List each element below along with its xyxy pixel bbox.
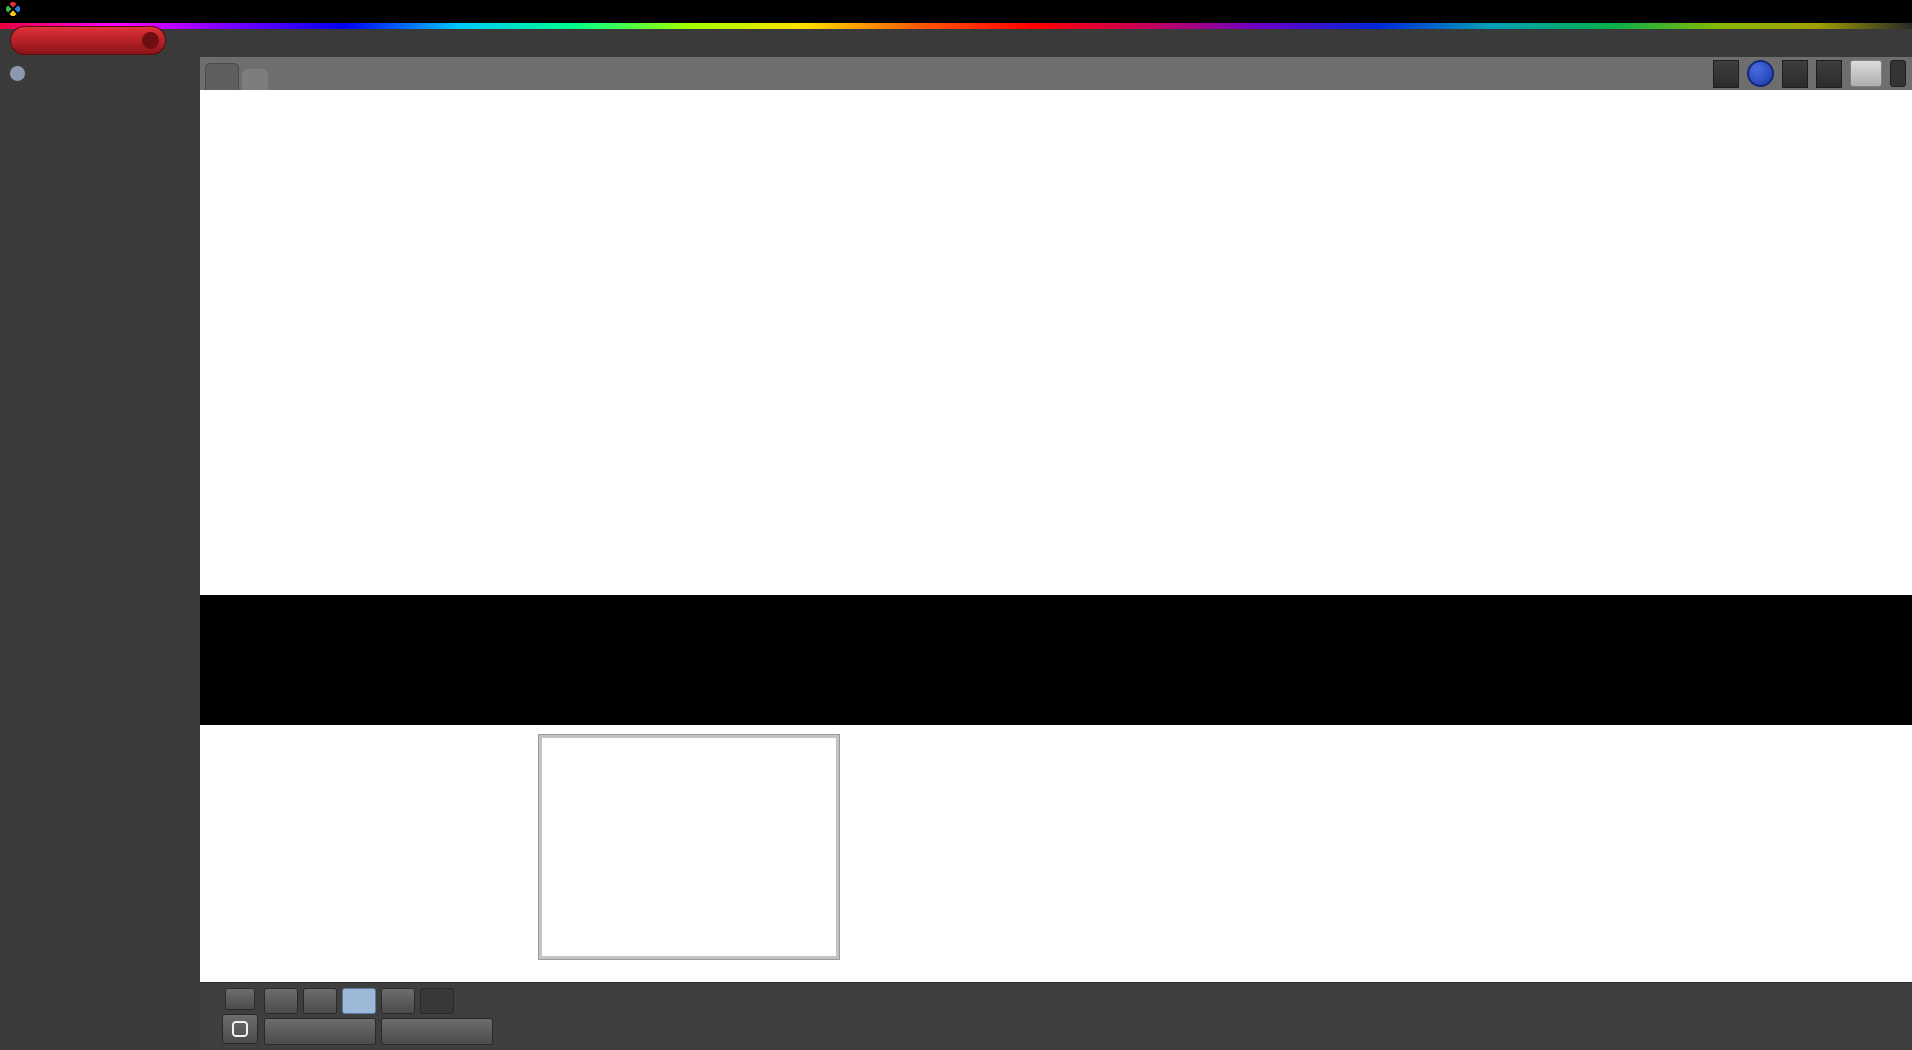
- stop-button[interactable]: [264, 988, 298, 1014]
- cie-chart-plot: [542, 738, 836, 742]
- header-row: [0, 29, 1912, 57]
- display-control-accent: [1817, 61, 1822, 87]
- pattern-window-button[interactable]: [222, 1014, 258, 1044]
- add-tab-button[interactable]: [242, 69, 268, 90]
- cie-chromaticity-chart: [539, 735, 839, 959]
- settings-button[interactable]: [1850, 60, 1882, 87]
- back-button[interactable]: [264, 1018, 376, 1045]
- next-button[interactable]: [381, 1018, 493, 1045]
- pattern-window-icon: [232, 1021, 248, 1037]
- minimize-button[interactable]: [1798, 0, 1836, 23]
- save-button[interactable]: [342, 988, 376, 1014]
- sidebar-nav-dot[interactable]: [10, 66, 25, 81]
- continuous-read-button[interactable]: [381, 988, 415, 1014]
- edge-panel-button[interactable]: [1890, 60, 1906, 87]
- patch-bar: [200, 983, 204, 989]
- pattern-control-bar: [200, 982, 1912, 1050]
- pattern-up-button[interactable]: [225, 988, 255, 1010]
- swatch-row-label-target: [450, 654, 470, 692]
- meter-count-badge: [1747, 60, 1774, 87]
- calman-app-window: [0, 0, 1912, 1050]
- swatch-row-label-actual: [450, 607, 470, 645]
- tab-history-1[interactable]: [205, 63, 239, 90]
- play-button[interactable]: [303, 988, 337, 1014]
- transport-controls: [222, 983, 493, 1045]
- meter-accent: [1714, 61, 1719, 87]
- close-button[interactable]: [1874, 0, 1912, 23]
- title-bar: [0, 0, 1912, 23]
- analysis-main-area: [200, 90, 1912, 982]
- layout-button[interactable]: [420, 988, 454, 1014]
- pattern-generator-accent: [1783, 61, 1788, 87]
- display-control-dropdown[interactable]: [1816, 60, 1842, 88]
- workflow-sidebar: [0, 57, 200, 1050]
- maximize-button[interactable]: [1836, 0, 1874, 23]
- app-icon: [6, 2, 20, 21]
- meter-dropdown[interactable]: [1713, 60, 1739, 88]
- calman-menu-button[interactable]: [10, 26, 166, 55]
- tab-bar: [200, 57, 1912, 90]
- calman-menu-chevron-icon[interactable]: [142, 32, 159, 49]
- grayscale-swatch-strip: [200, 595, 1912, 725]
- pattern-generator-dropdown[interactable]: [1782, 60, 1808, 88]
